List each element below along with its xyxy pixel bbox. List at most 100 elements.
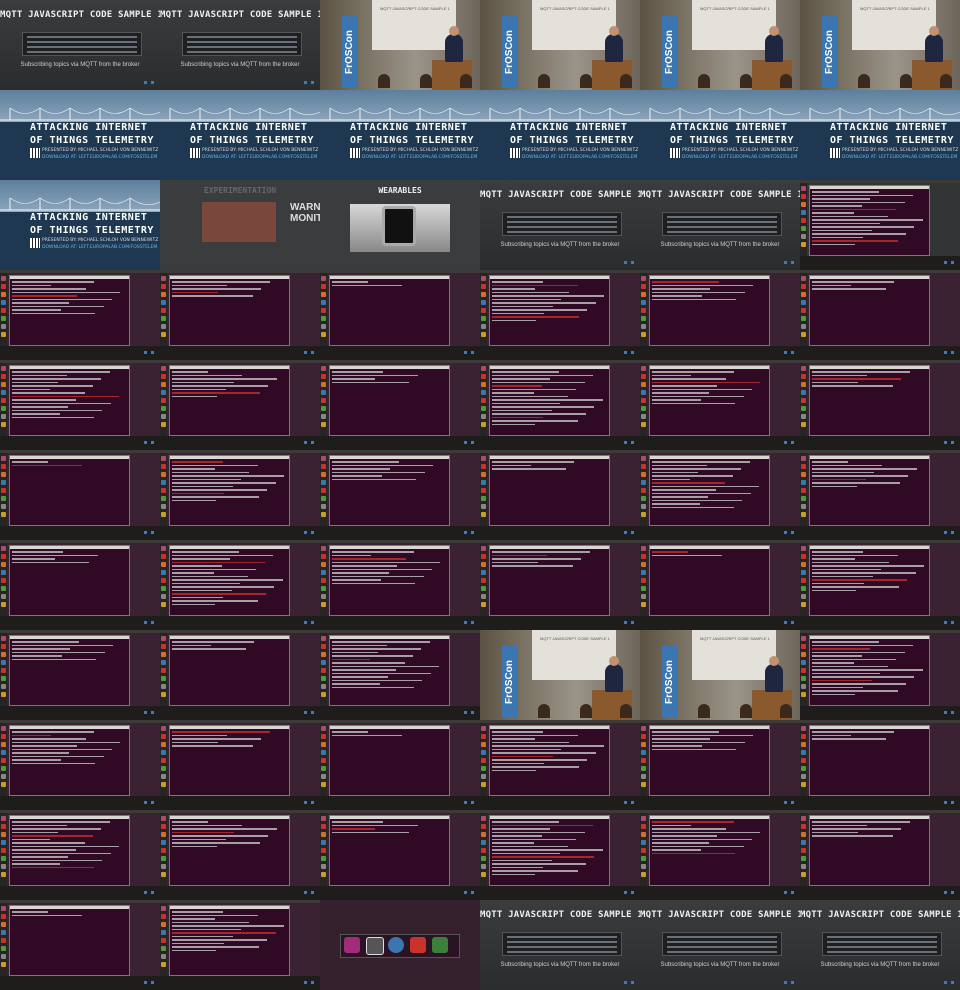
terminal-line bbox=[652, 842, 710, 844]
app-icon bbox=[321, 472, 326, 477]
app-icon bbox=[801, 308, 806, 313]
app-icon bbox=[161, 848, 166, 853]
speaker-head bbox=[609, 26, 619, 36]
app-icon bbox=[1, 554, 6, 559]
terminal-output bbox=[810, 641, 929, 695]
app-icon bbox=[641, 856, 646, 861]
app-icon bbox=[641, 472, 646, 477]
terminal-titlebar bbox=[810, 366, 929, 369]
terminal-line bbox=[172, 482, 276, 484]
terminal-line bbox=[12, 745, 78, 747]
slide-subtitle: Subscribing topics via MQTT from the bro… bbox=[20, 62, 140, 68]
terminal-desktop-tile bbox=[480, 810, 640, 900]
app-icon bbox=[641, 594, 646, 599]
app-icon bbox=[161, 586, 166, 591]
terminal-line bbox=[172, 551, 239, 553]
terminal-line bbox=[492, 371, 559, 373]
terminal-line bbox=[332, 676, 388, 678]
video-footer bbox=[480, 346, 640, 360]
app-icon bbox=[801, 226, 806, 231]
app-icon bbox=[801, 504, 806, 509]
terminal-output bbox=[650, 281, 769, 300]
slide-nav-icon bbox=[944, 261, 954, 264]
dash-icon bbox=[161, 456, 166, 461]
terminal-line bbox=[812, 471, 874, 473]
talk-photo-tile: FrOSCon MQTT JAVASCRIPT CODE SAMPLE 1 bbox=[640, 0, 800, 90]
top-panel bbox=[800, 720, 960, 723]
projection-screen: MQTT JAVASCRIPT CODE SAMPLE 1 bbox=[372, 0, 456, 50]
top-panel bbox=[0, 810, 160, 813]
code-block bbox=[502, 932, 622, 956]
app-icon bbox=[801, 202, 806, 207]
presenter-line: PRESENTED BY: MICHAEL SCHLOH VON BENNEWI… bbox=[42, 238, 159, 243]
terminal-window bbox=[809, 815, 930, 886]
files-icon[interactable] bbox=[344, 937, 360, 953]
terminal-desktop-tile bbox=[0, 810, 160, 900]
dash-icon bbox=[481, 276, 486, 281]
terminal-titlebar bbox=[330, 366, 449, 369]
title-line-2: OF THINGS TELEMETRY bbox=[30, 225, 154, 236]
slide-nav-icon bbox=[784, 891, 794, 894]
terminal-output bbox=[490, 551, 609, 567]
app-icon bbox=[801, 872, 806, 877]
audience-head bbox=[420, 74, 432, 88]
app-icon bbox=[641, 750, 646, 755]
browser-icon[interactable] bbox=[388, 937, 404, 953]
smartwatch-image bbox=[382, 206, 416, 246]
app-icon bbox=[321, 872, 326, 877]
terminal-line bbox=[172, 921, 250, 923]
terminal-window bbox=[649, 365, 770, 436]
app-icon bbox=[1, 332, 6, 337]
app-icon[interactable] bbox=[410, 937, 426, 953]
terminal-window bbox=[329, 365, 450, 436]
app-icon bbox=[801, 848, 806, 853]
terminal-line bbox=[172, 738, 262, 740]
bridge-image bbox=[320, 107, 480, 121]
terminal-line bbox=[492, 821, 559, 823]
terminal-window bbox=[649, 455, 770, 526]
title-line-2: OF THINGS TELEMETRY bbox=[190, 135, 314, 146]
slide-nav-icon bbox=[304, 981, 314, 984]
slide-nav-icon bbox=[624, 531, 634, 534]
top-panel bbox=[640, 540, 800, 543]
terminal-line bbox=[172, 845, 218, 847]
terminal-line bbox=[812, 461, 848, 463]
video-footer bbox=[800, 706, 960, 720]
top-panel bbox=[0, 360, 160, 363]
talk-photo-tile: FrOSCon MQTT JAVASCRIPT CODE SAMPLE 1 bbox=[800, 0, 960, 90]
title-slide-tile: ATTACKING INTERNET OF THINGS TELEMETRY P… bbox=[320, 90, 480, 180]
video-footer bbox=[160, 976, 320, 990]
app-icon bbox=[161, 946, 166, 951]
terminal-line bbox=[492, 859, 552, 861]
terminal-window bbox=[649, 725, 770, 796]
terminal-line bbox=[332, 672, 431, 674]
app-icon bbox=[321, 824, 326, 829]
code-block bbox=[662, 932, 782, 956]
terminal-line bbox=[492, 284, 578, 286]
app-icon bbox=[161, 766, 166, 771]
video-footer bbox=[320, 436, 480, 450]
terminal-line bbox=[492, 852, 560, 854]
app-icon bbox=[801, 480, 806, 485]
title-line-2: OF THINGS TELEMETRY bbox=[670, 135, 794, 146]
terminal-icon[interactable] bbox=[366, 937, 384, 955]
terminal-line bbox=[332, 558, 406, 560]
terminal-line bbox=[172, 935, 233, 937]
audience-head bbox=[580, 704, 592, 718]
terminal-line bbox=[492, 561, 539, 563]
qr-code-icon bbox=[190, 148, 200, 158]
terminal-titlebar bbox=[170, 816, 289, 819]
app-icon bbox=[1, 742, 6, 747]
top-panel bbox=[320, 450, 480, 453]
terminal-line bbox=[812, 475, 909, 477]
video-footer bbox=[320, 346, 480, 360]
terminal-line bbox=[812, 561, 890, 563]
terminal-line bbox=[332, 686, 415, 688]
terminal-window bbox=[329, 455, 450, 526]
video-footer bbox=[160, 616, 320, 630]
app-icon[interactable] bbox=[432, 937, 448, 953]
terminal-line bbox=[812, 281, 895, 283]
terminal-line bbox=[12, 752, 70, 754]
terminal-output bbox=[650, 371, 769, 404]
terminal-line bbox=[812, 676, 915, 678]
